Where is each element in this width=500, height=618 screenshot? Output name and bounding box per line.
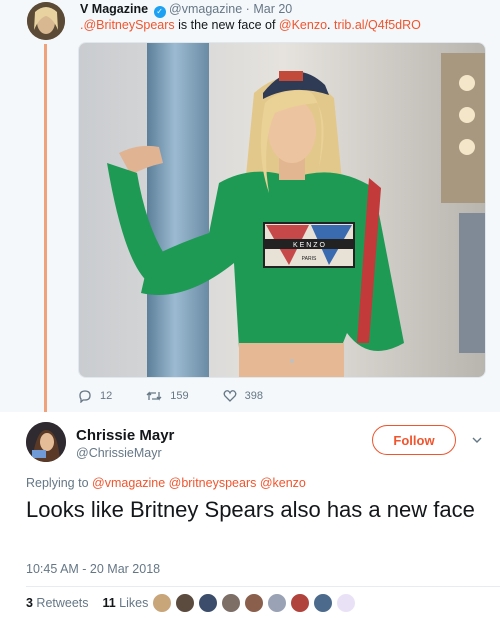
like-action[interactable]: 398	[223, 389, 263, 403]
thread-connector-line	[44, 44, 47, 414]
avatar-chrissiemayr[interactable]	[26, 422, 66, 462]
verified-icon: ✓	[153, 6, 166, 18]
liker-avatar[interactable]	[267, 593, 287, 613]
quoted-parent-tweet[interactable]: V Magazine ✓ @vmagazine · Mar 20 .@Britn…	[0, 0, 500, 414]
parent-author-handle[interactable]: @vmagazine	[169, 2, 242, 16]
liker-avatar[interactable]	[313, 593, 333, 613]
stats-divider	[26, 586, 500, 587]
mention-link-britneyspears[interactable]: .@BritneySpears	[80, 18, 175, 32]
parent-text-middle: is the new face of	[174, 18, 279, 32]
liker-avatar[interactable]	[336, 593, 356, 613]
retweet-icon	[146, 391, 162, 401]
reply-count: 12	[100, 390, 113, 402]
liker-avatar[interactable]	[198, 593, 218, 613]
parent-date[interactable]: Mar 20	[253, 2, 292, 16]
retweets-stat-label: Retweets	[32, 596, 89, 610]
parent-tweet-header: V Magazine ✓ @vmagazine · Mar 20	[80, 2, 292, 18]
follow-button[interactable]: Follow	[372, 425, 456, 455]
kenzo-logo-text: K E N Z O	[293, 242, 325, 249]
likes-stat-label: Likes	[115, 596, 149, 610]
parent-tweet-actions: 12 159 398	[78, 389, 297, 403]
avatar-vmagazine[interactable]	[27, 2, 65, 40]
tweet-stats: 3 Retweets 11 Likes	[26, 596, 148, 610]
main-author-name[interactable]: Chrissie Mayr	[76, 427, 174, 444]
retweets-stat-count: 3	[26, 596, 33, 610]
retweets-stat[interactable]: 3 Retweets	[26, 596, 89, 610]
liker-avatar[interactable]	[290, 593, 310, 613]
liker-avatar[interactable]	[152, 593, 172, 613]
liker-avatar[interactable]	[175, 593, 195, 613]
reply-icon	[79, 390, 91, 403]
chevron-down-icon[interactable]	[471, 434, 483, 446]
kenzo-logo-city: PARIS	[302, 256, 317, 262]
like-icon	[223, 390, 237, 402]
parent-author-name[interactable]: V Magazine	[80, 2, 148, 16]
liker-avatar[interactable]	[244, 593, 264, 613]
parent-tweet-text: .@BritneySpears is the new face of @Kenz…	[80, 18, 421, 32]
replying-to-handles[interactable]: @vmagazine @britneyspears @kenzo	[92, 476, 306, 490]
liker-avatar[interactable]	[221, 593, 241, 613]
tweet-timestamp[interactable]: 10:45 AM - 20 Mar 2018	[26, 562, 160, 576]
likes-stat[interactable]: 11 Likes	[102, 596, 148, 610]
url-link[interactable]: trib.al/Q4f5dRO	[331, 18, 421, 32]
mention-link-kenzo[interactable]: @Kenzo	[279, 18, 327, 32]
main-tweet: Chrissie Mayr @ChrissieMayr Follow Reply…	[0, 412, 500, 618]
likes-stat-count: 11	[102, 596, 116, 610]
liker-avatars	[152, 593, 359, 613]
parent-separator: ·	[245, 2, 250, 16]
tweet-photo[interactable]: K E N Z O PARIS	[78, 42, 486, 378]
main-author-handle[interactable]: @ChrissieMayr	[76, 446, 162, 460]
like-count: 398	[244, 390, 263, 402]
retweet-count: 159	[170, 390, 189, 402]
replying-to-line: Replying to @vmagazine @britneyspears @k…	[26, 476, 306, 490]
retweet-action[interactable]: 159	[146, 389, 189, 403]
reply-action[interactable]: 12	[78, 389, 112, 403]
main-tweet-text: Looks like Britney Spears also has a new…	[26, 497, 475, 522]
replying-to-label: Replying to	[26, 476, 93, 490]
